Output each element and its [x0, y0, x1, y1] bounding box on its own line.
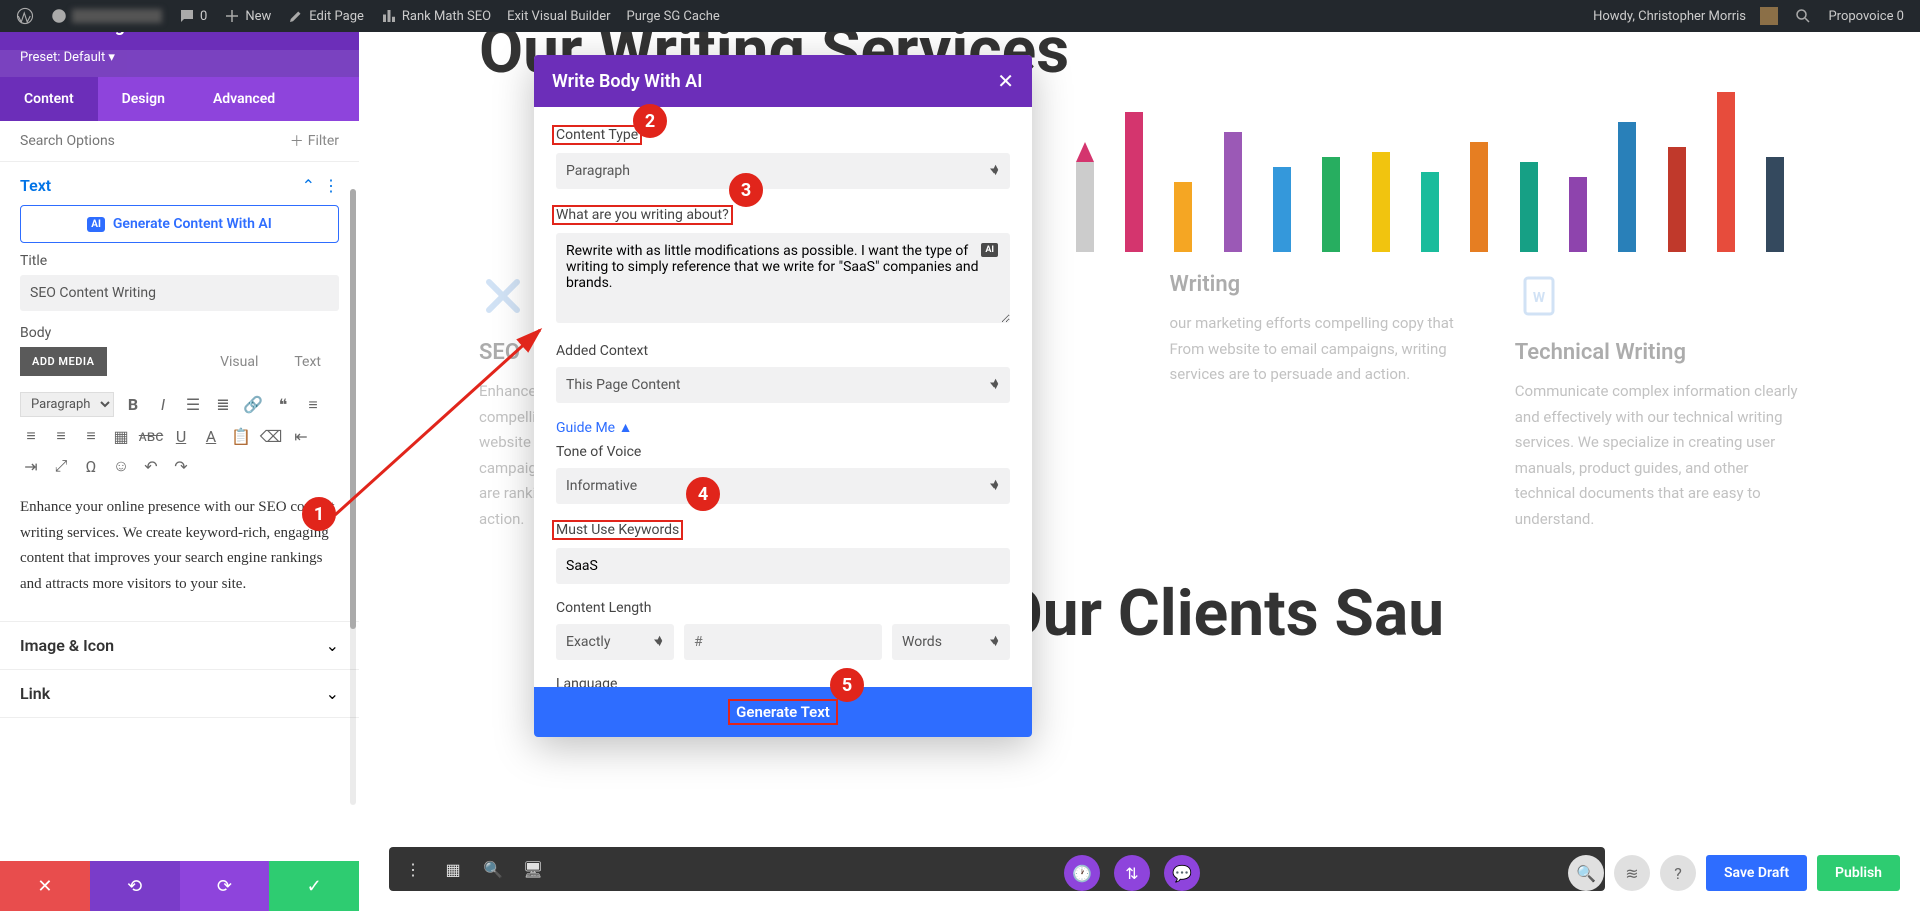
text-color-icon[interactable]: A: [200, 425, 222, 447]
exit-vb-link[interactable]: Exit Visual Builder: [499, 0, 618, 32]
close-icon[interactable]: ✕: [997, 69, 1014, 93]
redo-button[interactable]: ⟳: [180, 861, 270, 911]
length-label: Content Length: [556, 600, 1010, 616]
generate-text-button[interactable]: Generate Text: [534, 687, 1032, 737]
align-left-icon[interactable]: ≡: [20, 425, 42, 447]
align-right-icon[interactable]: ≡: [80, 425, 102, 447]
sidebar-actions: ✕ ⟲ ⟳ ✓: [0, 861, 359, 911]
indent2-icon[interactable]: ⇥: [20, 455, 42, 477]
editor-toolbar: Paragraph B I ☰ ≣ 🔗 ❝ ≡ ≡ ≡ ≡ ▦ ᴀʙᴄ U A …: [20, 384, 339, 485]
body-editor[interactable]: Enhance your online presence with our SE…: [20, 485, 339, 607]
panel-image-icon-head[interactable]: Image & Icon ⌄: [20, 636, 339, 655]
purge-cache-link[interactable]: Purge SG Cache: [619, 0, 728, 32]
comments-count: 0: [200, 9, 207, 24]
wp-admin-bar: 0 New Edit Page Rank Math SEO Exit Visua…: [0, 0, 1920, 32]
indent-icon[interactable]: ≡: [302, 394, 324, 416]
search-options-row: ＋ Filter: [0, 121, 359, 162]
tone-select[interactable]: Informative▲▼: [556, 468, 1010, 504]
about-label: What are you writing about?: [552, 205, 733, 225]
filter-button[interactable]: ＋ Filter: [290, 131, 339, 151]
ai-write-modal: Write Body With AI ✕ Content Type Paragr…: [534, 55, 1032, 737]
edit-page-link[interactable]: Edit Page: [279, 0, 372, 32]
editor-tab-visual[interactable]: Visual: [202, 348, 276, 376]
chevron-up-icon: ⌃: [302, 176, 315, 195]
save-button[interactable]: ✓: [269, 861, 359, 911]
length-mode-select[interactable]: Exactly▲▼: [556, 624, 674, 660]
link-icon[interactable]: 🔗: [242, 394, 264, 416]
propovoice-link[interactable]: Propovoice 0: [1820, 0, 1912, 32]
content-type-label: Content Type: [552, 125, 642, 145]
bullet-list-icon[interactable]: ☰: [182, 394, 204, 416]
settings-tabs: Content Design Advanced: [0, 77, 359, 121]
panel-link-head[interactable]: Link ⌄: [20, 684, 339, 703]
modal-title: Write Body With AI: [552, 71, 997, 92]
clear-format-icon[interactable]: ⌫: [260, 425, 282, 447]
outdent-icon[interactable]: ⇤: [290, 425, 312, 447]
panel-text-label: Text: [20, 176, 302, 195]
length-unit-select[interactable]: Words▲▼: [892, 624, 1010, 660]
wp-logo-icon[interactable]: [8, 0, 42, 32]
editor-tab-text[interactable]: Text: [276, 348, 339, 376]
italic-icon[interactable]: I: [152, 394, 174, 416]
ai-icon[interactable]: AI: [981, 243, 998, 257]
undo-icon[interactable]: ↶: [140, 455, 162, 477]
search-icon[interactable]: [1786, 0, 1820, 32]
chevron-down-icon: ⌄: [326, 636, 339, 655]
modal-overlay: Write Body With AI ✕ Content Type Paragr…: [359, 32, 1920, 911]
preset-label[interactable]: Preset: Default ▾: [0, 50, 359, 77]
tab-advanced[interactable]: Advanced: [189, 77, 299, 121]
guide-me-link[interactable]: Guide Me ▲: [556, 419, 632, 436]
blurb-settings-sidebar: Blurb Settings Preset: Default ▾ Content…: [0, 0, 359, 911]
bold-icon[interactable]: B: [122, 394, 144, 416]
howdy-user[interactable]: Howdy, Christopher Morris: [1585, 0, 1786, 32]
body-label: Body: [20, 325, 339, 341]
modal-header: Write Body With AI ✕: [534, 55, 1032, 107]
ai-badge-icon: AI: [87, 217, 105, 232]
panel-text-head[interactable]: Text ⌃ ⋮: [20, 176, 339, 195]
close-button[interactable]: ✕: [0, 861, 90, 911]
search-options-input[interactable]: [20, 133, 290, 149]
content-type-select[interactable]: Paragraph▲▼: [556, 153, 1010, 189]
keywords-input[interactable]: [556, 548, 1010, 584]
paste-icon[interactable]: 📋: [230, 425, 252, 447]
table-icon[interactable]: ▦: [110, 425, 132, 447]
title-label: Title: [20, 253, 339, 269]
avatar: [1760, 7, 1778, 25]
add-media-button[interactable]: ADD MEDIA: [20, 347, 107, 376]
align-center-icon[interactable]: ≡: [50, 425, 72, 447]
context-select[interactable]: This Page Content▲▼: [556, 367, 1010, 403]
tab-content[interactable]: Content: [0, 77, 98, 121]
format-select[interactable]: Paragraph: [20, 392, 114, 417]
omega-icon[interactable]: Ω: [80, 455, 102, 477]
underline-icon[interactable]: U: [170, 425, 192, 447]
site-name[interactable]: [42, 0, 170, 32]
context-label: Added Context: [556, 343, 1010, 359]
comments-link[interactable]: 0: [170, 0, 215, 32]
about-textarea[interactable]: Rewrite with as little modifications as …: [556, 233, 1010, 323]
keywords-label: Must Use Keywords: [552, 520, 683, 540]
length-number-input[interactable]: [684, 624, 882, 660]
new-link[interactable]: New: [215, 0, 279, 32]
more-vert-icon[interactable]: ⋮: [323, 176, 339, 195]
title-input[interactable]: [20, 275, 339, 311]
strikethrough-icon[interactable]: ᴀʙᴄ: [140, 425, 162, 447]
redo-icon[interactable]: ↷: [170, 455, 192, 477]
undo-button[interactable]: ⟲: [90, 861, 180, 911]
tone-label: Tone of Voice: [556, 444, 1010, 460]
number-list-icon[interactable]: ≣: [212, 394, 234, 416]
sidebar-scrollbar[interactable]: [350, 189, 356, 805]
emoji-icon[interactable]: ☺: [110, 455, 132, 477]
rank-math-link[interactable]: Rank Math SEO: [372, 0, 499, 32]
chevron-down-icon: ⌄: [326, 684, 339, 703]
language-label: Language: [556, 676, 1010, 687]
tab-design[interactable]: Design: [98, 77, 189, 121]
fullscreen-icon[interactable]: ⤢: [50, 455, 72, 477]
generate-content-button[interactable]: AI Generate Content With AI: [20, 205, 339, 243]
quote-icon[interactable]: ❝: [272, 394, 294, 416]
